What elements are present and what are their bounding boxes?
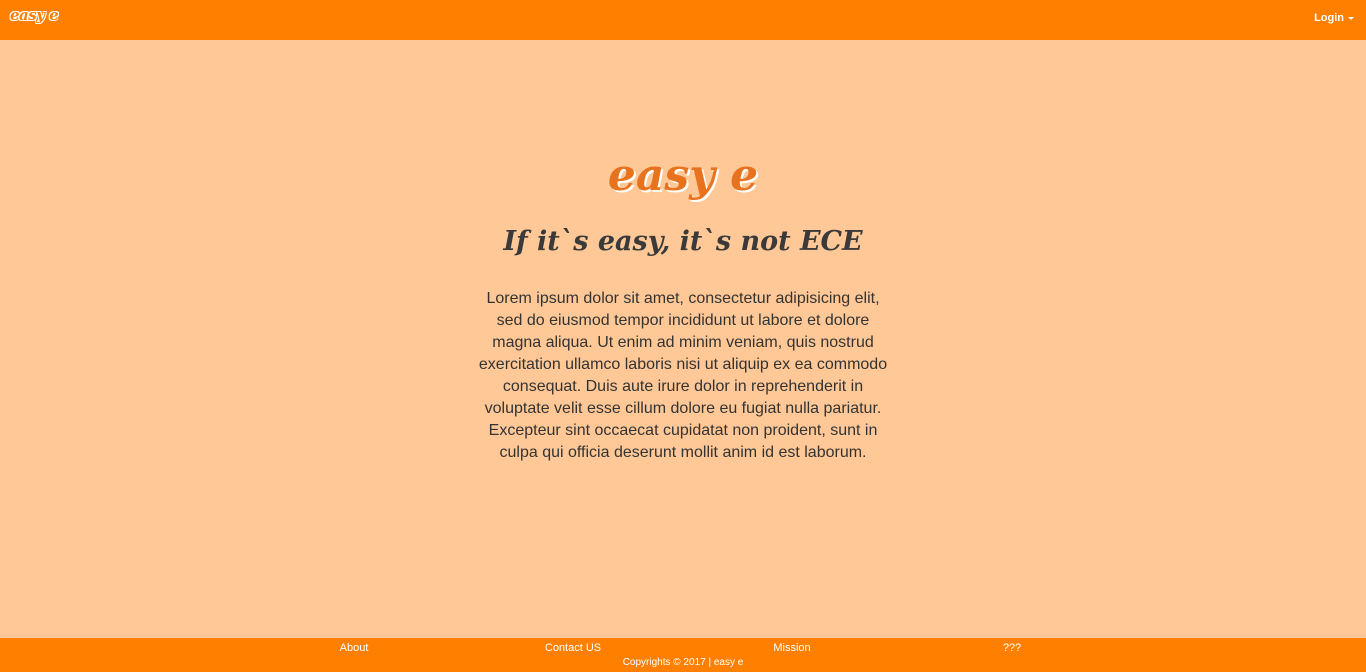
footer-link-contact[interactable]: Contact US [513,642,633,654]
hero-body-text: Lorem ipsum dolor sit amet, consectetur … [478,290,888,461]
login-dropdown[interactable]: Login [1314,12,1354,24]
copyright-text: Copyrights © 2017 | easy e [622,657,744,668]
top-navbar: easy e Login [0,0,1366,40]
hero-title: easy e [607,150,759,201]
footer-link-mission[interactable]: Mission [732,642,852,654]
brand-logo[interactable]: easy e [10,6,59,24]
footer-bar: About Contact US Mission ??? Copyrights … [0,638,1366,672]
hero-subtitle: If it`s easy, it`s not ECE [503,226,863,257]
footer-link-unknown[interactable]: ??? [952,642,1072,654]
caret-down-icon [1348,16,1354,20]
login-label: Login [1314,12,1344,24]
footer-link-about[interactable]: About [294,642,414,654]
